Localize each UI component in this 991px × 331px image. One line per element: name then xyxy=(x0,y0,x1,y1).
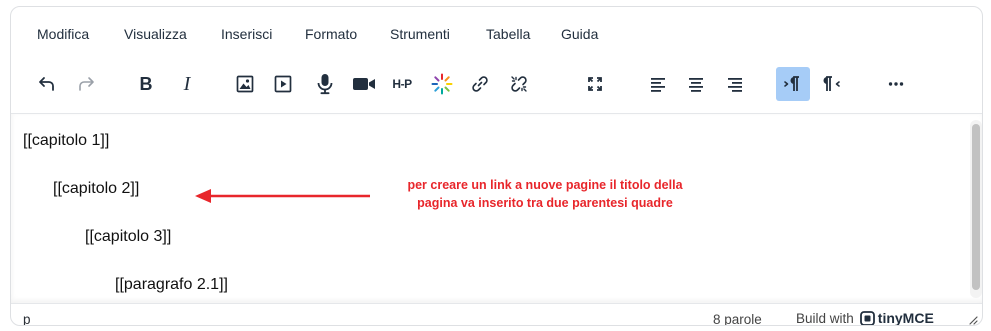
loading-button[interactable] xyxy=(425,67,459,101)
menu-modifica[interactable]: Modifica xyxy=(37,26,89,42)
loading-spinner-icon xyxy=(431,73,453,95)
rtl-icon xyxy=(823,76,840,91)
branding-link[interactable]: Build with tinyMCE xyxy=(796,310,934,326)
menu-inserisci[interactable]: Inserisci xyxy=(221,26,272,42)
redo-icon xyxy=(79,77,94,91)
rtl-button[interactable] xyxy=(814,67,848,101)
image-icon xyxy=(236,75,254,93)
image-button[interactable] xyxy=(228,67,262,101)
unlink-icon xyxy=(511,76,527,92)
menu-tabella[interactable]: Tabella xyxy=(486,26,530,42)
bold-button[interactable]: B xyxy=(129,67,163,101)
fullscreen-icon xyxy=(588,77,602,91)
align-center-icon xyxy=(689,78,703,92)
content-line-capitolo-3[interactable]: [[capitolo 3]] xyxy=(85,228,171,246)
undo-button[interactable] xyxy=(30,67,64,101)
align-left-button[interactable] xyxy=(641,67,675,101)
scrollbar-thumb[interactable] xyxy=(972,124,980,290)
media-button[interactable] xyxy=(266,67,300,101)
annotation-line-2: pagina va inserito tra due parentesi qua… xyxy=(417,196,673,210)
align-right-icon xyxy=(728,78,742,92)
bold-icon: B xyxy=(139,73,153,94)
brand-name: tinyMCE xyxy=(877,310,934,326)
annotation-text: per creare un link a nuove pagine il tit… xyxy=(365,176,725,212)
redo-button[interactable] xyxy=(69,67,103,101)
h5p-button[interactable]: H-P xyxy=(385,67,419,101)
menu-visualizza[interactable]: Visualizza xyxy=(124,26,187,42)
align-left-icon xyxy=(651,78,665,92)
menubar: Modifica Visualizza Inserisci Formato St… xyxy=(11,7,982,57)
branding-prefix: Build with xyxy=(796,310,854,326)
link-button[interactable] xyxy=(463,67,497,101)
undo-icon xyxy=(39,77,54,91)
statusbar: p 8 parole Build with tinyMCE xyxy=(11,303,982,326)
content-line-capitolo-2[interactable]: [[capitolo 2]] xyxy=(53,180,139,198)
media-icon xyxy=(274,75,292,93)
menu-guida[interactable]: Guida xyxy=(561,26,598,42)
ltr-icon xyxy=(784,76,799,91)
content-line-paragrafo-2-1[interactable]: [[paragrafo 2.1]] xyxy=(115,276,228,294)
h5p-icon: H-P xyxy=(392,77,412,91)
menu-strumenti[interactable]: Strumenti xyxy=(390,26,450,42)
element-path[interactable]: p xyxy=(23,312,31,325)
video-camera-icon xyxy=(353,78,375,90)
content-scrollbar[interactable] xyxy=(970,120,982,298)
annotation-arrow xyxy=(195,189,370,203)
italic-button[interactable]: I xyxy=(170,67,204,101)
toolbar: B I H-P xyxy=(11,67,982,101)
record-video-button[interactable] xyxy=(347,67,381,101)
align-center-button[interactable] xyxy=(679,67,713,101)
align-right-button[interactable] xyxy=(718,67,752,101)
content-line-capitolo-1[interactable]: [[capitolo 1]] xyxy=(23,132,109,150)
ltr-button[interactable] xyxy=(776,67,810,101)
italic-icon: I xyxy=(183,72,191,95)
resize-handle-icon[interactable] xyxy=(968,315,978,325)
microphone-icon xyxy=(317,74,333,95)
more-icon xyxy=(888,82,904,86)
tinymce-logo-icon xyxy=(859,310,875,325)
editor-container: Modifica Visualizza Inserisci Formato St… xyxy=(10,6,983,326)
menu-formato[interactable]: Formato xyxy=(305,26,357,42)
record-audio-button[interactable] xyxy=(308,67,342,101)
link-icon xyxy=(472,76,488,92)
annotation-line-1: per creare un link a nuove pagine il tit… xyxy=(407,178,683,192)
more-button[interactable] xyxy=(879,67,913,101)
word-count[interactable]: 8 parole xyxy=(713,312,762,325)
unlink-button[interactable] xyxy=(502,67,536,101)
fullscreen-button[interactable] xyxy=(578,67,612,101)
